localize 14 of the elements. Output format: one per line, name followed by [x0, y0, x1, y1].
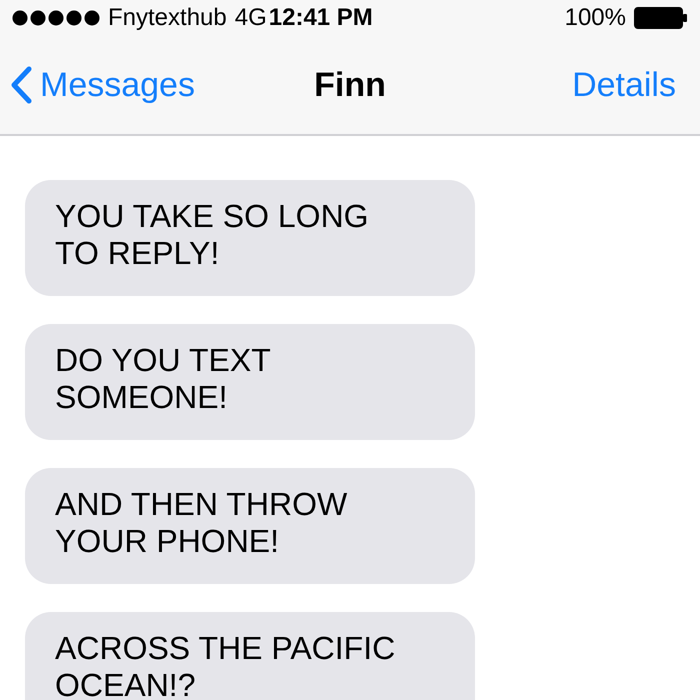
- back-button[interactable]: Messages: [10, 66, 195, 104]
- network-type: 4G: [234, 4, 267, 32]
- back-chevron-icon: [10, 66, 32, 104]
- message-bubble: ACROSS THE PACIFIC OCEAN!?: [25, 612, 475, 700]
- message-bubble: AND THEN THROW YOUR PHONE!: [25, 468, 475, 584]
- battery-percentage: 100%: [564, 4, 626, 32]
- message-bubble: YOU TAKE SO LONG TO REPLY!: [25, 180, 475, 296]
- signal-strength-icon: [12, 10, 100, 26]
- message-bubble: DO YOU TEXT SOMEONE!: [25, 324, 475, 440]
- battery-icon: [634, 7, 688, 29]
- conversation-title: Finn: [314, 66, 386, 104]
- carrier-name: Fnytexthub: [108, 4, 227, 32]
- details-button[interactable]: Details: [572, 66, 676, 104]
- clock-time: 12:41 PM: [268, 4, 373, 32]
